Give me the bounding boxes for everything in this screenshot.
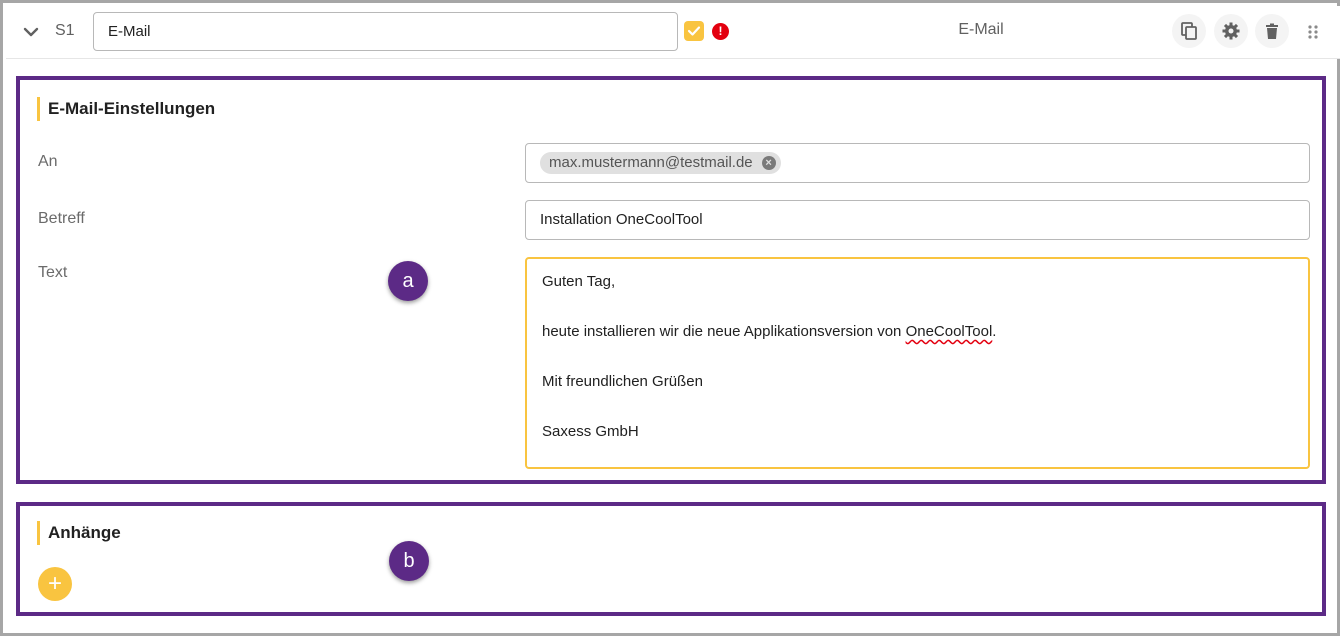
callout-b: b <box>389 541 429 581</box>
attachments-section: Anhänge b + <box>16 502 1326 616</box>
to-field[interactable]: max.mustermann@testmail.de × <box>525 143 1310 183</box>
to-label: An <box>38 153 58 170</box>
email-settings-title: E-Mail-Einstellungen <box>37 97 215 121</box>
chevron-down-icon[interactable] <box>22 23 40 41</box>
copy-icon <box>1181 22 1197 40</box>
gear-icon <box>1222 22 1240 40</box>
trash-icon <box>1266 23 1278 39</box>
settings-button[interactable] <box>1214 14 1248 48</box>
text-line-closing: Mit freundlichen Grüßen <box>542 373 703 390</box>
subject-field[interactable]: Installation OneCoolTool <box>525 200 1310 240</box>
add-attachment-button[interactable]: + <box>38 567 72 601</box>
step-name-input[interactable]: E-Mail <box>93 12 678 51</box>
text-body-after: . <box>992 323 997 340</box>
attachments-title: Anhänge <box>37 521 121 545</box>
email-settings-section: E-Mail-Einstellungen An max.mustermann@t… <box>16 76 1326 484</box>
callout-a: a <box>388 261 428 301</box>
copy-button[interactable] <box>1172 14 1206 48</box>
checkbox-checked-icon[interactable] <box>684 21 704 41</box>
drag-handle-icon[interactable] <box>1306 24 1320 40</box>
text-line-greeting: Guten Tag, <box>542 273 616 290</box>
step-header: S1 E-Mail ! E-Mail <box>6 6 1340 59</box>
text-line-signature: Saxess GmbH <box>542 423 639 440</box>
recipient-chip-label: max.mustermann@testmail.de <box>549 154 753 171</box>
misspelled-word: OneCoolTool <box>905 323 993 340</box>
recipient-chip: max.mustermann@testmail.de × <box>540 152 781 174</box>
subject-value: Installation OneCoolTool <box>540 211 703 228</box>
window-frame: S1 E-Mail ! E-Mail E-Mail-Einstellungen … <box>0 0 1340 636</box>
message-textarea[interactable]: Guten Tag, heute installieren wir die ne… <box>525 257 1310 469</box>
subject-label: Betreff <box>38 210 85 227</box>
text-line-body: heute installieren wir die neue Applikat… <box>542 323 996 340</box>
delete-button[interactable] <box>1255 14 1289 48</box>
error-icon: ! <box>712 23 729 40</box>
step-type-title: E-Mail <box>958 21 1004 38</box>
remove-chip-icon[interactable]: × <box>761 156 776 170</box>
text-label: Text <box>38 264 68 281</box>
text-body-before: heute installieren wir die neue Applikat… <box>542 323 906 340</box>
step-number: S1 <box>55 22 75 39</box>
